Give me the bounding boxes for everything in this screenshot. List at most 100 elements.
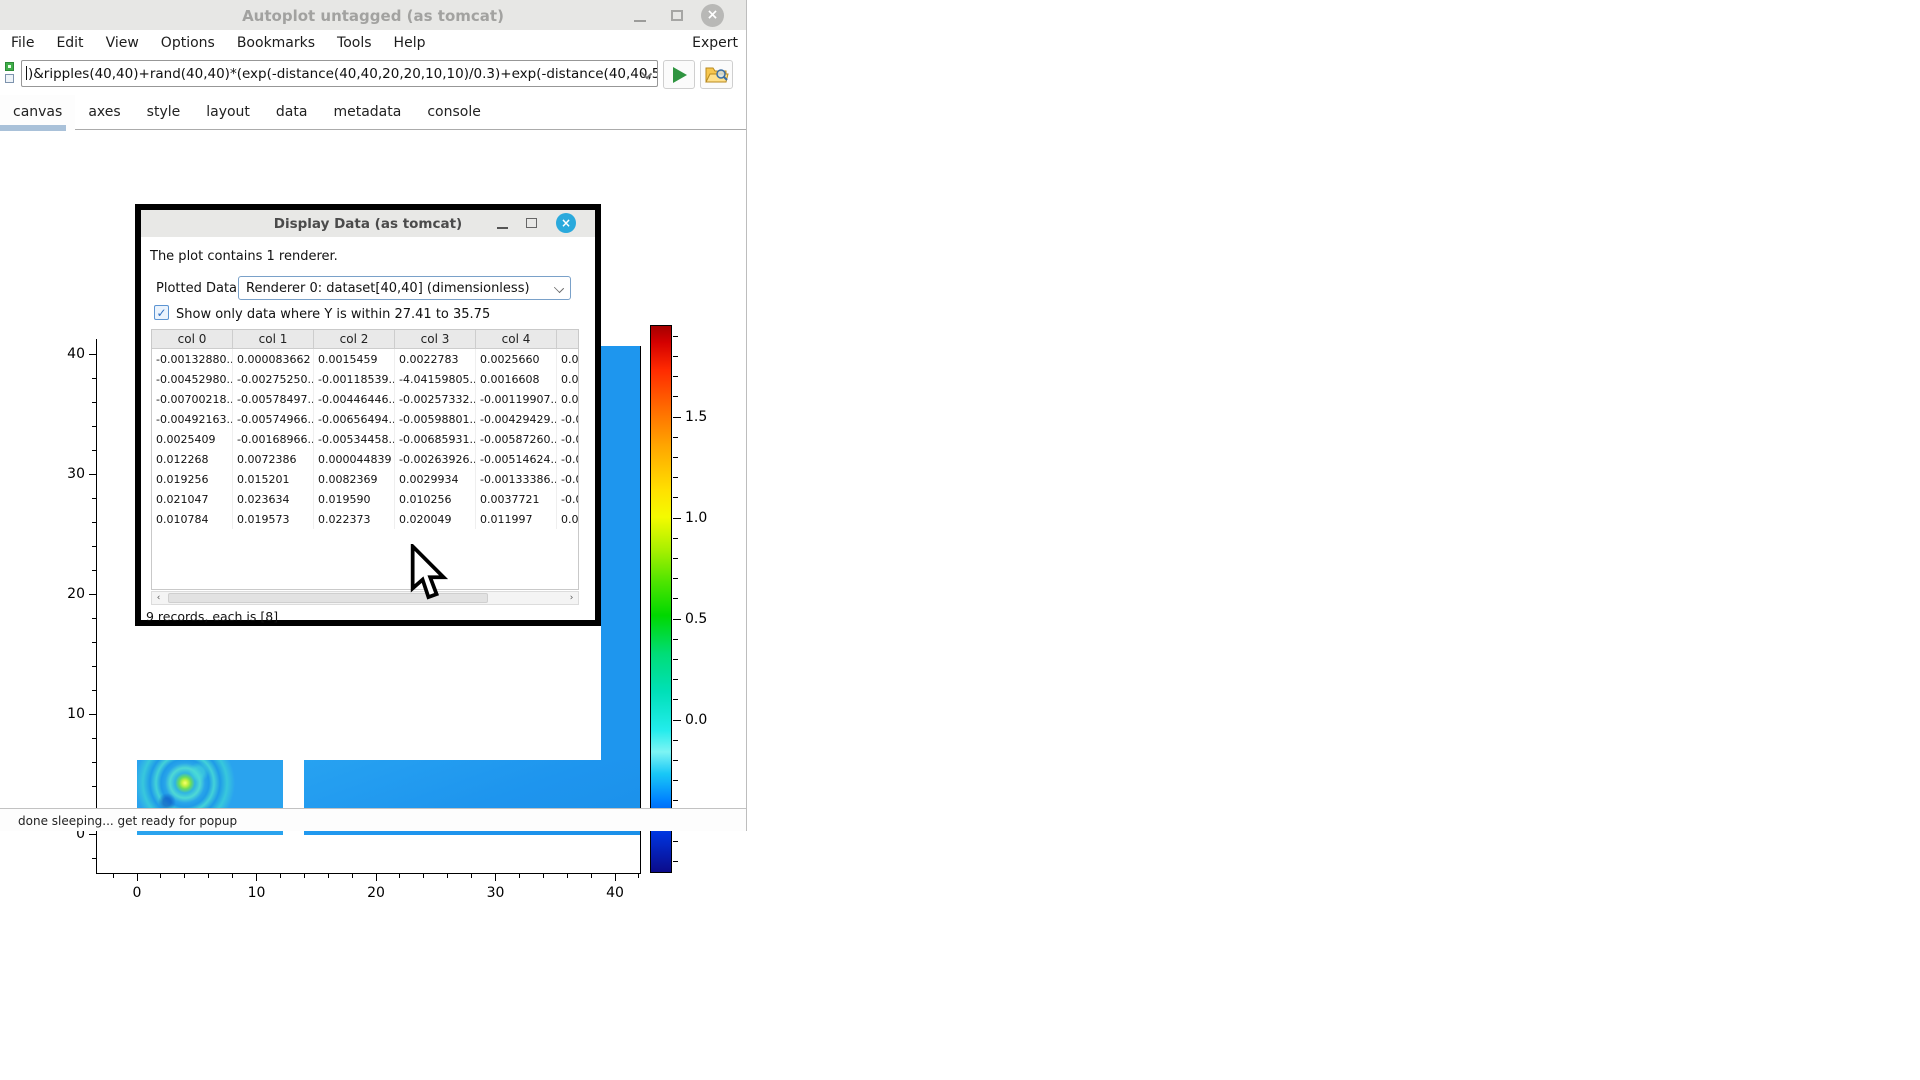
tab-data[interactable]: data bbox=[263, 95, 321, 130]
table-cell: -4.04159805... bbox=[395, 369, 476, 389]
colorbar-major-tick bbox=[673, 720, 681, 721]
table-row[interactable]: -0.00452980...-0.00275250...-0.00118539.… bbox=[152, 369, 578, 389]
table-cell: -0.00700218... bbox=[152, 389, 233, 409]
table-cell: -0.00446446... bbox=[314, 389, 395, 409]
table-cell: -0.00514624... bbox=[476, 449, 557, 469]
table-cell: 0.0025409 bbox=[152, 429, 233, 449]
table-cell: 0.019256 bbox=[152, 469, 233, 489]
dialog-maximize-icon[interactable] bbox=[526, 218, 537, 228]
menu-item-bookmarks[interactable]: Bookmarks bbox=[226, 30, 326, 51]
table-cell: 0.011997 bbox=[476, 509, 557, 529]
table-row[interactable]: 0.0025409-0.00168966...-0.00534458...-0.… bbox=[152, 429, 578, 449]
go-button[interactable] bbox=[663, 60, 695, 89]
colorbar-minor-tick bbox=[673, 598, 678, 599]
x-axis-line bbox=[96, 873, 641, 874]
table-cell: 0.0025660 bbox=[476, 349, 557, 369]
table-hscrollbar[interactable]: ‹ › bbox=[151, 591, 579, 605]
colorbar-major-tick bbox=[673, 619, 681, 620]
scroll-right-icon[interactable]: › bbox=[565, 592, 578, 604]
menu-item-options[interactable]: Options bbox=[150, 30, 226, 51]
menu-item-help[interactable]: Help bbox=[383, 30, 437, 51]
colorbar-minor-tick bbox=[673, 861, 678, 862]
table-row[interactable]: 0.0122680.00723860.000044839-0.00263926.… bbox=[152, 449, 578, 469]
x-major-tick bbox=[256, 873, 257, 881]
table-cell: -0.00534458... bbox=[314, 429, 395, 449]
table-cell: -0.00132880... bbox=[152, 349, 233, 369]
table-cell: 0.0022783 bbox=[395, 349, 476, 369]
data-table: col 0col 1col 2col 3col 4 -0.00132880...… bbox=[151, 329, 579, 590]
table-row[interactable]: 0.0210470.0236340.0195900.0102560.003772… bbox=[152, 489, 578, 509]
filter-checkbox[interactable]: ✓ bbox=[154, 305, 169, 320]
window-title: Autoplot untagged (as tomcat) bbox=[0, 7, 746, 25]
colorbar-minor-tick bbox=[673, 356, 678, 357]
table-row[interactable]: 0.0192560.0152010.00823690.0029934-0.001… bbox=[152, 469, 578, 489]
y-axis-line bbox=[96, 339, 97, 874]
table-cell: 0.023634 bbox=[233, 489, 314, 509]
table-cell: -0.00168966... bbox=[233, 429, 314, 449]
table-cell: -0.00275250... bbox=[233, 369, 314, 389]
table-header-cell[interactable]: col 2 bbox=[314, 330, 395, 349]
menu-item-tools[interactable]: Tools bbox=[326, 30, 383, 51]
menu-item-edit[interactable]: Edit bbox=[45, 30, 94, 51]
table-row[interactable]: 0.0107840.0195730.0223730.0200490.011997… bbox=[152, 509, 578, 529]
table-cell: 0.0016608 bbox=[476, 369, 557, 389]
window-titlebar[interactable]: Autoplot untagged (as tomcat) × bbox=[0, 0, 746, 30]
table-row[interactable]: -0.00132880...0.0000836620.00154590.0022… bbox=[152, 349, 578, 369]
colorbar-minor-tick bbox=[673, 437, 678, 438]
y-tick-label: 30 bbox=[55, 466, 85, 482]
table-header-cell[interactable]: col 0 bbox=[152, 330, 233, 349]
plotted-data-select[interactable]: Renderer 0: dataset[40,40] (dimensionles… bbox=[238, 276, 571, 300]
tab-strip: canvasaxesstylelayoutdatametadataconsole bbox=[0, 95, 746, 135]
colorbar-minor-tick bbox=[673, 659, 678, 660]
table-header-cell[interactable]: col 3 bbox=[395, 330, 476, 349]
table-cell: -0.00452980... bbox=[152, 369, 233, 389]
colorbar[interactable] bbox=[650, 325, 672, 873]
table-header-cell[interactable] bbox=[557, 330, 579, 349]
expert-mode-label[interactable]: Expert bbox=[692, 35, 738, 51]
table-cell: 0.00 bbox=[557, 349, 579, 369]
table-header-cell[interactable]: col 4 bbox=[476, 330, 557, 349]
plotted-data-value: Renderer 0: dataset[40,40] (dimensionles… bbox=[246, 281, 530, 296]
y-tick-label: 40 bbox=[55, 346, 85, 362]
colorbar-minor-tick bbox=[673, 336, 678, 337]
x-tick-label: 10 bbox=[237, 885, 277, 901]
table-cell: -0.0 bbox=[557, 409, 579, 429]
table-cell: 0.00 bbox=[557, 509, 579, 529]
close-icon[interactable]: × bbox=[701, 4, 724, 27]
dialog-minimize-icon[interactable] bbox=[497, 227, 508, 229]
colorbar-minor-tick bbox=[673, 477, 678, 478]
table-header-cell[interactable]: col 1 bbox=[233, 330, 314, 349]
minimize-icon[interactable] bbox=[634, 20, 646, 22]
dialog-titlebar[interactable]: Display Data (as tomcat) × bbox=[141, 210, 595, 237]
menu-item-file[interactable]: File bbox=[0, 30, 45, 51]
table-cell: 0.020049 bbox=[395, 509, 476, 529]
play-icon bbox=[673, 67, 687, 83]
tab-style[interactable]: style bbox=[134, 95, 194, 130]
status-text: done sleeping... get ready for popup bbox=[18, 814, 237, 828]
tab-axes[interactable]: axes bbox=[75, 95, 133, 130]
table-cell: -0.00598801... bbox=[395, 409, 476, 429]
tab-console[interactable]: console bbox=[414, 95, 494, 130]
open-file-button[interactable] bbox=[700, 60, 733, 89]
menu-item-view[interactable]: View bbox=[95, 30, 150, 51]
combo-chevron-down-icon bbox=[554, 283, 564, 293]
record-count-text: 9 records, each is [8] bbox=[146, 609, 278, 624]
tab-metadata[interactable]: metadata bbox=[320, 95, 414, 130]
table-cell: 0.012268 bbox=[152, 449, 233, 469]
table-cell: -0.00492163... bbox=[152, 409, 233, 429]
colorbar-minor-tick bbox=[673, 699, 678, 700]
table-row[interactable]: -0.00492163...-0.00574966...-0.00656494.… bbox=[152, 409, 578, 429]
tab-layout[interactable]: layout bbox=[193, 95, 263, 130]
maximize-icon[interactable] bbox=[671, 10, 683, 21]
dialog-close-icon[interactable]: × bbox=[556, 213, 576, 233]
table-cell: 0.022373 bbox=[314, 509, 395, 529]
colorbar-minor-tick bbox=[673, 538, 678, 539]
table-cell: -0.0 bbox=[557, 469, 579, 489]
scroll-left-icon[interactable]: ‹ bbox=[152, 592, 165, 604]
table-row[interactable]: -0.00700218...-0.00578497...-0.00446446.… bbox=[152, 389, 578, 409]
colorbar-major-tick bbox=[673, 417, 681, 418]
uri-input[interactable]: )&ripples(40,40)+rand(40,40)*(exp(-dista… bbox=[21, 60, 658, 87]
renderer-count-text: The plot contains 1 renderer. bbox=[150, 249, 338, 264]
status-bar: done sleeping... get ready for popup bbox=[0, 808, 746, 831]
table-cell: 0.0037721 bbox=[476, 489, 557, 509]
